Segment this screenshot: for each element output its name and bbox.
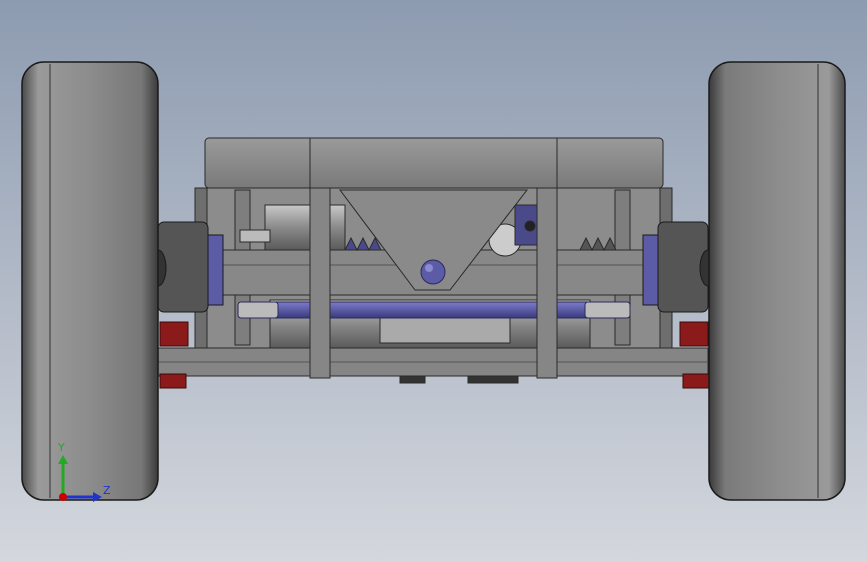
z-axis-label: Z [103, 484, 111, 497]
top-box [204, 137, 664, 189]
left-wheel [21, 61, 159, 501]
x-axis-origin [59, 493, 67, 501]
chassis-model-view [0, 0, 867, 562]
drive-axle [237, 301, 631, 319]
cad-viewport[interactable]: Y Z [0, 0, 867, 562]
right-wheel [708, 61, 846, 501]
hub-carrier-right [642, 221, 717, 313]
y-axis-label: Y [58, 441, 65, 454]
hub-carrier-left [149, 221, 224, 313]
